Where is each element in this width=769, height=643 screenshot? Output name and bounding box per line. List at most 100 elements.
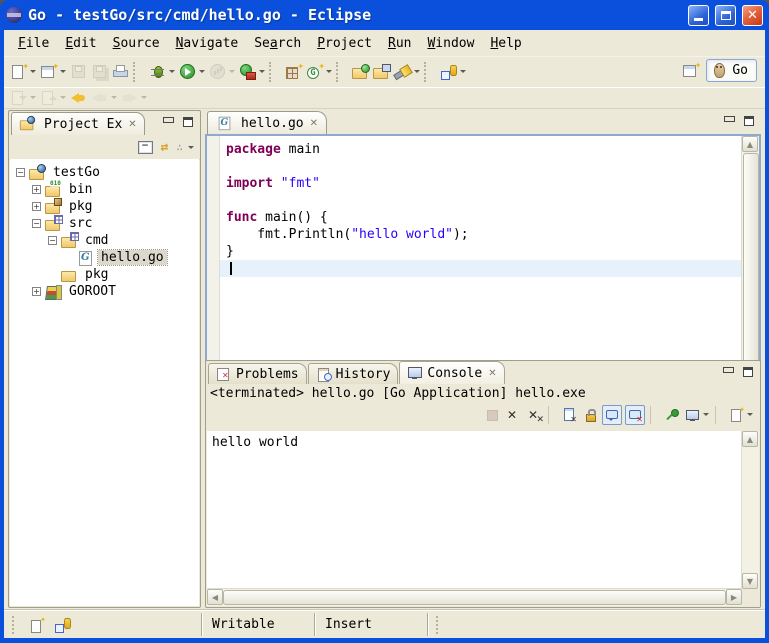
dropdown-arrow-icon[interactable] bbox=[60, 96, 66, 99]
collapsed-expander-icon[interactable]: + bbox=[32, 185, 41, 194]
maximize-button[interactable] bbox=[715, 5, 736, 26]
tree-item-testgo[interactable]: −testGo bbox=[10, 164, 199, 181]
back-button[interactable] bbox=[89, 86, 119, 110]
scroll-up-arrow[interactable]: ▲ bbox=[742, 431, 758, 447]
code-line-2[interactable] bbox=[220, 158, 742, 175]
console-area-tab-console[interactable]: Console✕ bbox=[399, 361, 504, 384]
last-edit-location-button[interactable] bbox=[68, 86, 89, 110]
new-go-package-button[interactable] bbox=[283, 60, 304, 84]
console-horizontal-scrollbar[interactable]: ◀ ▶ bbox=[207, 588, 742, 606]
minimize-button[interactable] bbox=[688, 5, 709, 26]
minimize-view-button[interactable] bbox=[159, 114, 177, 129]
collapsed-expander-icon[interactable]: + bbox=[32, 287, 41, 296]
console-body[interactable]: hello world ▲ ▼ ◀ ▶ bbox=[207, 431, 759, 606]
dropdown-arrow-icon[interactable] bbox=[460, 70, 466, 73]
menu-source[interactable]: Source bbox=[105, 33, 168, 54]
code-line-8[interactable] bbox=[220, 260, 742, 277]
editor-tab-hello-go[interactable]: hello.go ✕ bbox=[207, 111, 327, 134]
minimize-view-button[interactable] bbox=[719, 364, 737, 379]
console-area-tab-problems[interactable]: Problems bbox=[208, 363, 307, 384]
dropdown-arrow-icon[interactable] bbox=[703, 413, 709, 416]
link-with-editor-button[interactable]: ⇄ bbox=[161, 141, 169, 154]
dropdown-arrow-icon[interactable] bbox=[111, 96, 117, 99]
dropdown-arrow-icon[interactable] bbox=[414, 70, 420, 73]
scroll-lock-button[interactable] bbox=[581, 406, 599, 424]
dropdown-arrow-icon[interactable] bbox=[30, 96, 36, 99]
menu-window[interactable]: Window bbox=[419, 33, 482, 54]
scroll-down-arrow[interactable]: ▼ bbox=[742, 573, 758, 589]
collapsed-expander-icon[interactable]: + bbox=[32, 202, 41, 211]
save-all-button[interactable] bbox=[89, 60, 110, 84]
menu-project[interactable]: Project bbox=[309, 33, 380, 54]
menu-edit[interactable]: Edit bbox=[57, 33, 104, 54]
debug-button[interactable] bbox=[147, 60, 177, 84]
maximize-view-button[interactable] bbox=[739, 364, 757, 379]
save-button[interactable] bbox=[68, 60, 89, 84]
project-explorer-tab[interactable]: Project Ex ✕ bbox=[11, 112, 145, 135]
view-menu-button[interactable]: ∴ bbox=[176, 141, 194, 154]
terminate-button[interactable] bbox=[483, 406, 501, 424]
dropdown-arrow-icon[interactable] bbox=[60, 70, 66, 73]
dropdown-arrow-icon[interactable] bbox=[259, 70, 265, 73]
open-console-button[interactable] bbox=[727, 406, 754, 424]
expanded-expander-icon[interactable]: − bbox=[16, 168, 25, 177]
open-resource-button[interactable] bbox=[371, 60, 392, 84]
remove-launch-button[interactable] bbox=[504, 406, 522, 424]
expanded-expander-icon[interactable]: − bbox=[32, 219, 41, 228]
menu-file[interactable]: File bbox=[10, 33, 57, 54]
search-button[interactable] bbox=[392, 60, 422, 84]
remove-all-terminated-button[interactable] bbox=[525, 406, 543, 424]
dropdown-arrow-icon[interactable] bbox=[747, 413, 753, 416]
tree-item-src[interactable]: −src bbox=[10, 215, 199, 232]
collapse-all-button[interactable]: − bbox=[138, 141, 153, 154]
code-line-7[interactable]: } bbox=[220, 243, 742, 260]
tree-item-pkg[interactable]: pkg bbox=[10, 266, 199, 283]
dropdown-arrow-icon[interactable] bbox=[229, 70, 235, 73]
go-perspective-button[interactable]: Go bbox=[706, 59, 757, 82]
profile-button[interactable] bbox=[207, 60, 237, 84]
new-wizard-button[interactable] bbox=[8, 60, 38, 84]
launch-trim-button[interactable] bbox=[54, 616, 71, 633]
menu-run[interactable]: Run bbox=[380, 33, 419, 54]
dropdown-arrow-icon[interactable] bbox=[326, 70, 332, 73]
close-icon[interactable]: ✕ bbox=[128, 119, 136, 130]
tree-item-bin[interactable]: +bin bbox=[10, 181, 199, 198]
code-line-6[interactable]: fmt.Println("hello world"); bbox=[220, 226, 742, 243]
dropdown-arrow-icon[interactable] bbox=[199, 70, 205, 73]
code-line-5[interactable]: func main() { bbox=[220, 209, 742, 226]
scroll-left-arrow[interactable]: ◀ bbox=[207, 589, 223, 605]
code-line-3[interactable]: import "fmt" bbox=[220, 175, 742, 192]
expanded-expander-icon[interactable]: − bbox=[48, 236, 57, 245]
new-go-element-button[interactable] bbox=[304, 60, 334, 84]
tree-item-pkg[interactable]: +pkg bbox=[10, 198, 199, 215]
print-button[interactable] bbox=[110, 60, 131, 84]
maximize-view-button[interactable] bbox=[179, 114, 197, 129]
close-button[interactable]: ✕ bbox=[742, 5, 763, 26]
close-icon[interactable]: ✕ bbox=[488, 368, 496, 379]
menu-help[interactable]: Help bbox=[482, 33, 529, 54]
dropdown-arrow-icon[interactable] bbox=[141, 96, 147, 99]
console-area-tab-history[interactable]: History bbox=[308, 363, 399, 384]
code-line-1[interactable]: package main bbox=[220, 141, 742, 158]
tree-item-cmd[interactable]: −cmd bbox=[10, 232, 199, 249]
maximize-editor-button[interactable] bbox=[740, 113, 758, 128]
scroll-right-arrow[interactable]: ▶ bbox=[726, 589, 742, 605]
previous-annotation-button[interactable] bbox=[38, 86, 68, 110]
external-tools-button[interactable] bbox=[237, 60, 267, 84]
show-stderr-button[interactable] bbox=[625, 405, 645, 425]
code-line-4[interactable] bbox=[220, 192, 742, 209]
menu-search[interactable]: Search bbox=[246, 33, 309, 54]
open-perspective-button[interactable] bbox=[680, 58, 701, 82]
run-button[interactable] bbox=[177, 60, 207, 84]
import-resources-button[interactable] bbox=[350, 60, 371, 84]
display-console-button[interactable] bbox=[683, 406, 710, 424]
console-vertical-scrollbar[interactable]: ▲ ▼ bbox=[741, 431, 759, 589]
launch-config-button[interactable] bbox=[438, 60, 468, 84]
fast-view-button[interactable] bbox=[28, 617, 44, 633]
title-bar[interactable]: Go - testGo/src/cmd/hello.go - Eclipse ✕ bbox=[0, 0, 769, 30]
pin-console-button[interactable] bbox=[662, 406, 680, 424]
tree-item-hello-go[interactable]: hello.go bbox=[10, 249, 199, 266]
new-project-button[interactable] bbox=[38, 60, 68, 84]
forward-button[interactable] bbox=[119, 86, 149, 110]
menu-navigate[interactable]: Navigate bbox=[168, 33, 247, 54]
